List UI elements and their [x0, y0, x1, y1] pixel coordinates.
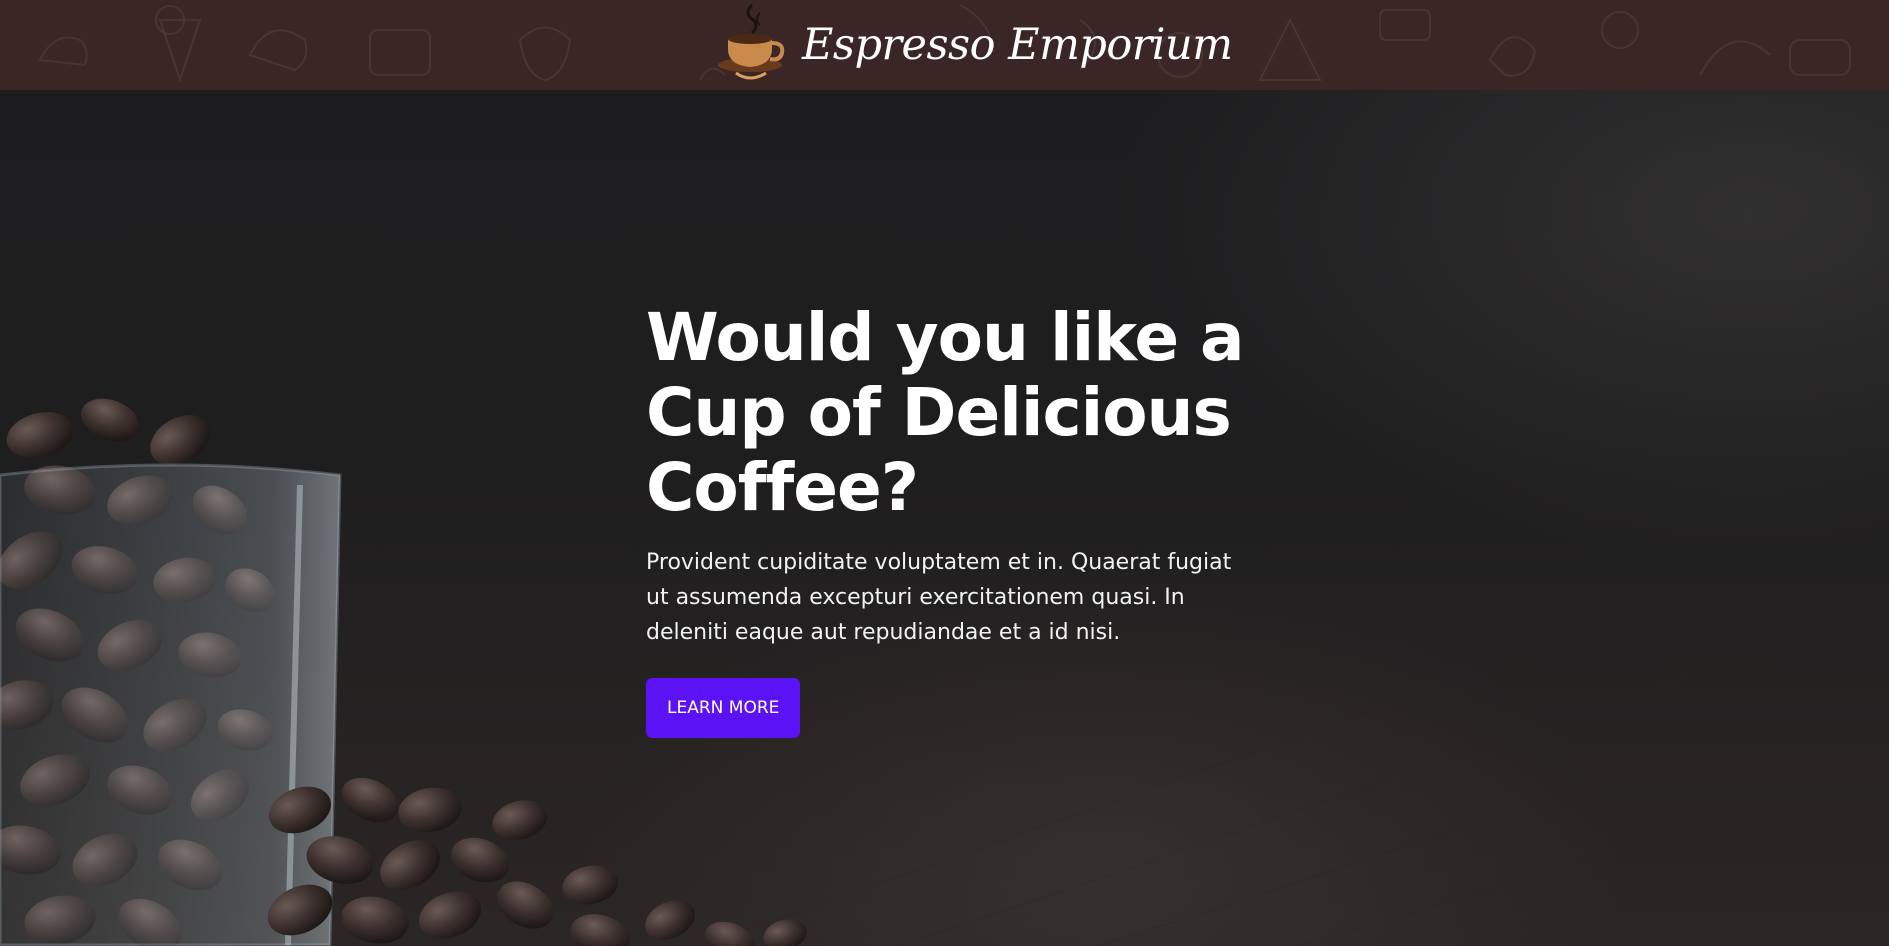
hero-description: Provident cupiditate voluptatem et in. Q…	[646, 550, 1232, 645]
coffee-cup-icon	[718, 3, 785, 80]
hero-title-line: Would you like a	[646, 299, 1245, 376]
hero-section: Would you like a Cup of Delicious Coffee…	[0, 90, 1889, 946]
hero-title-line: Cup of Delicious	[646, 374, 1232, 451]
hero-title-line: Coffee?	[646, 449, 919, 526]
learn-more-button[interactable]: LEARN MORE	[646, 678, 801, 738]
hero-title: Would you like a Cup of Delicious Coffee…	[646, 300, 1246, 525]
site-header: Espresso Emporium	[0, 0, 1889, 90]
brand-name: Espresso Emporium	[802, 20, 1233, 70]
hero-content: Would you like a Cup of Delicious Coffee…	[646, 300, 1246, 738]
brand[interactable]: Espresso Emporium	[716, 0, 1233, 90]
